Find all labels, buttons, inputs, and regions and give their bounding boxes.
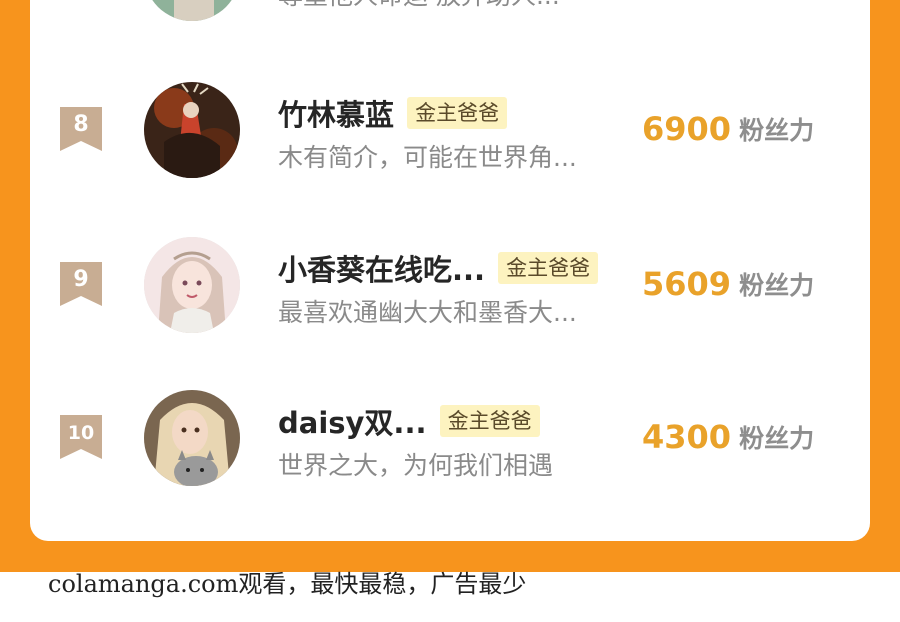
girl-with-cat-avatar-icon[interactable] [144,390,240,486]
ranking-row[interactable]: 9 小香葵在线吃... 金主爸爸 最喜欢通幽大大和墨香大... 5609 粉丝力 [30,237,870,357]
score-unit: 粉丝力 [739,116,815,145]
user-name[interactable]: 小香葵在线吃... [278,247,485,289]
rank-badge: 8 [60,107,102,151]
bio-text: 木有简介，可能在世界角... [278,143,577,172]
anime-girl-avatar-icon[interactable] [144,237,240,333]
user-name[interactable]: daisy双... [278,400,426,442]
score-unit: 粉丝力 [739,424,815,453]
sponsor-tag: 金主爸爸 [407,97,508,129]
orange-frame: 尊重他人命运 放弃助人... 8 [0,0,900,572]
avatar-partial[interactable] [144,0,240,21]
fan-power-score: 5609 粉丝力 [642,265,814,303]
ranking-row-partial[interactable]: 尊重他人命运 放弃助人... [30,0,870,45]
rank-number: 9 [73,267,89,292]
fan-power-score: 6900 粉丝力 [642,110,814,148]
bio-text: 最喜欢通幽大大和墨香大... [278,298,577,327]
dark-fantasy-avatar-icon[interactable] [144,82,240,178]
sponsor-tag: 金主爸爸 [439,405,540,437]
name-line: 小香葵在线吃... 金主爸爸 [278,247,599,289]
score-value: 6900 [642,110,732,148]
ranking-card: 尊重他人命运 放弃助人... 8 [30,0,870,541]
rank-number: 8 [73,112,89,137]
rank-badge: 10 [60,415,102,459]
name-line: 竹林慕蓝 金主爸爸 [278,92,508,134]
name-line: daisy双... 金主爸爸 [278,400,540,440]
sponsor-tag: 金主爸爸 [498,252,599,284]
user-name[interactable]: 竹林慕蓝 [278,92,394,134]
fan-power-score: 4300 粉丝力 [642,418,814,456]
score-value: 4300 [642,418,732,456]
ranking-row[interactable]: 10 daisy双... 金主爸爸 世界之大，为何我们相遇 4300 粉丝力 [30,390,870,510]
bio-text: 尊重他人命运 放弃助人... [278,0,560,12]
rank-badge: 9 [60,262,102,306]
score-unit: 粉丝力 [739,271,815,300]
watermark-text: colamanga.com观看，最快最稳，广告最少 [48,570,527,598]
ranking-row[interactable]: 8 竹林慕蓝 金主爸爸 木有简介，可能在世界角... 6900 粉丝力 [30,82,870,202]
rank-number: 10 [67,422,95,444]
bio-text: 世界之大，为何我们相遇 [278,451,554,480]
score-value: 5609 [642,265,732,303]
